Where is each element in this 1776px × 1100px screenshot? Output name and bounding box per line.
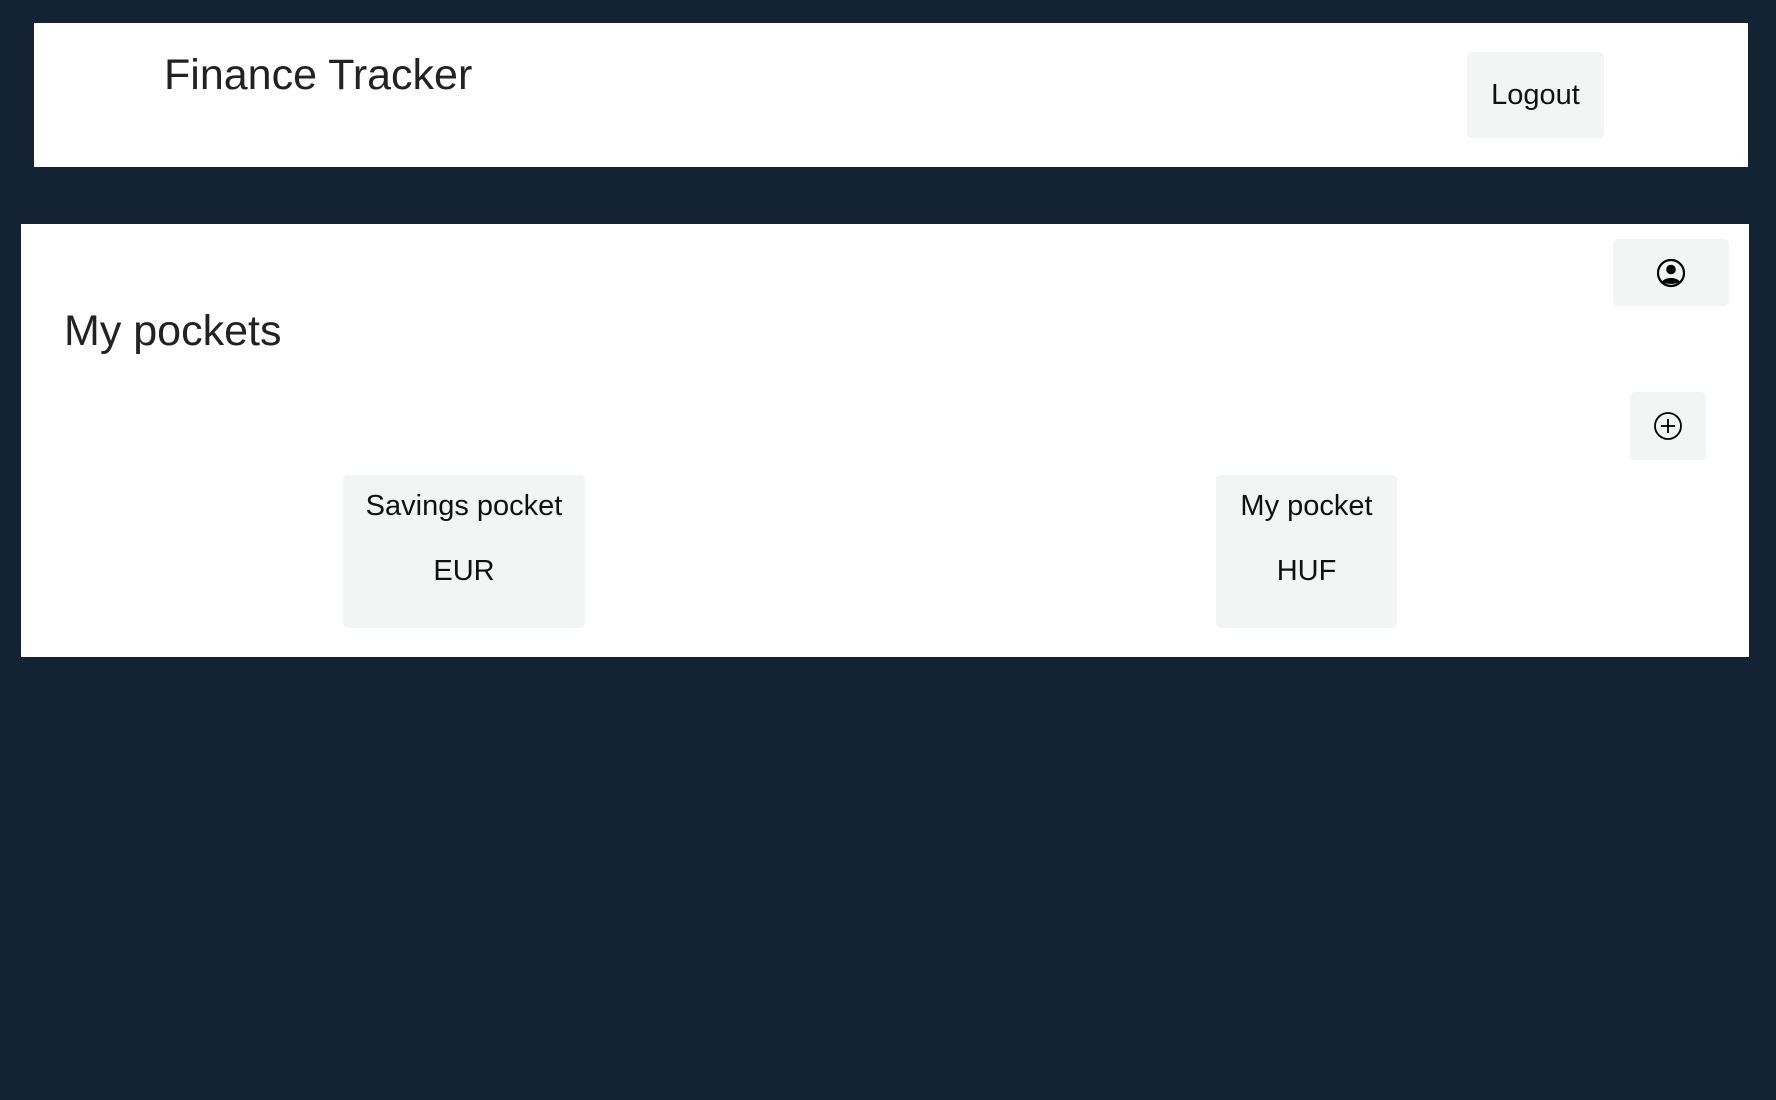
plus-circle-icon	[1653, 411, 1683, 441]
pocket-name: Savings pocket	[365, 490, 563, 522]
pocket-card-my-pocket[interactable]: My pocket HUF	[1216, 475, 1397, 628]
profile-button[interactable]	[1613, 239, 1729, 306]
user-circle-icon	[1656, 258, 1686, 288]
pocket-currency: EUR	[433, 554, 495, 587]
page-title: My pockets	[64, 307, 282, 355]
pocket-name: My pocket	[1240, 490, 1373, 522]
app-header: Finance Tracker Logout	[34, 23, 1748, 167]
pocket-currency: HUF	[1276, 554, 1337, 587]
app-title: Finance Tracker	[164, 51, 473, 99]
add-pocket-button[interactable]	[1630, 392, 1706, 460]
logout-button[interactable]: Logout	[1467, 52, 1604, 138]
pocket-card-savings[interactable]: Savings pocket EUR	[343, 475, 585, 628]
pockets-panel: My pockets Savings pocket EUR My pocket …	[21, 224, 1749, 657]
